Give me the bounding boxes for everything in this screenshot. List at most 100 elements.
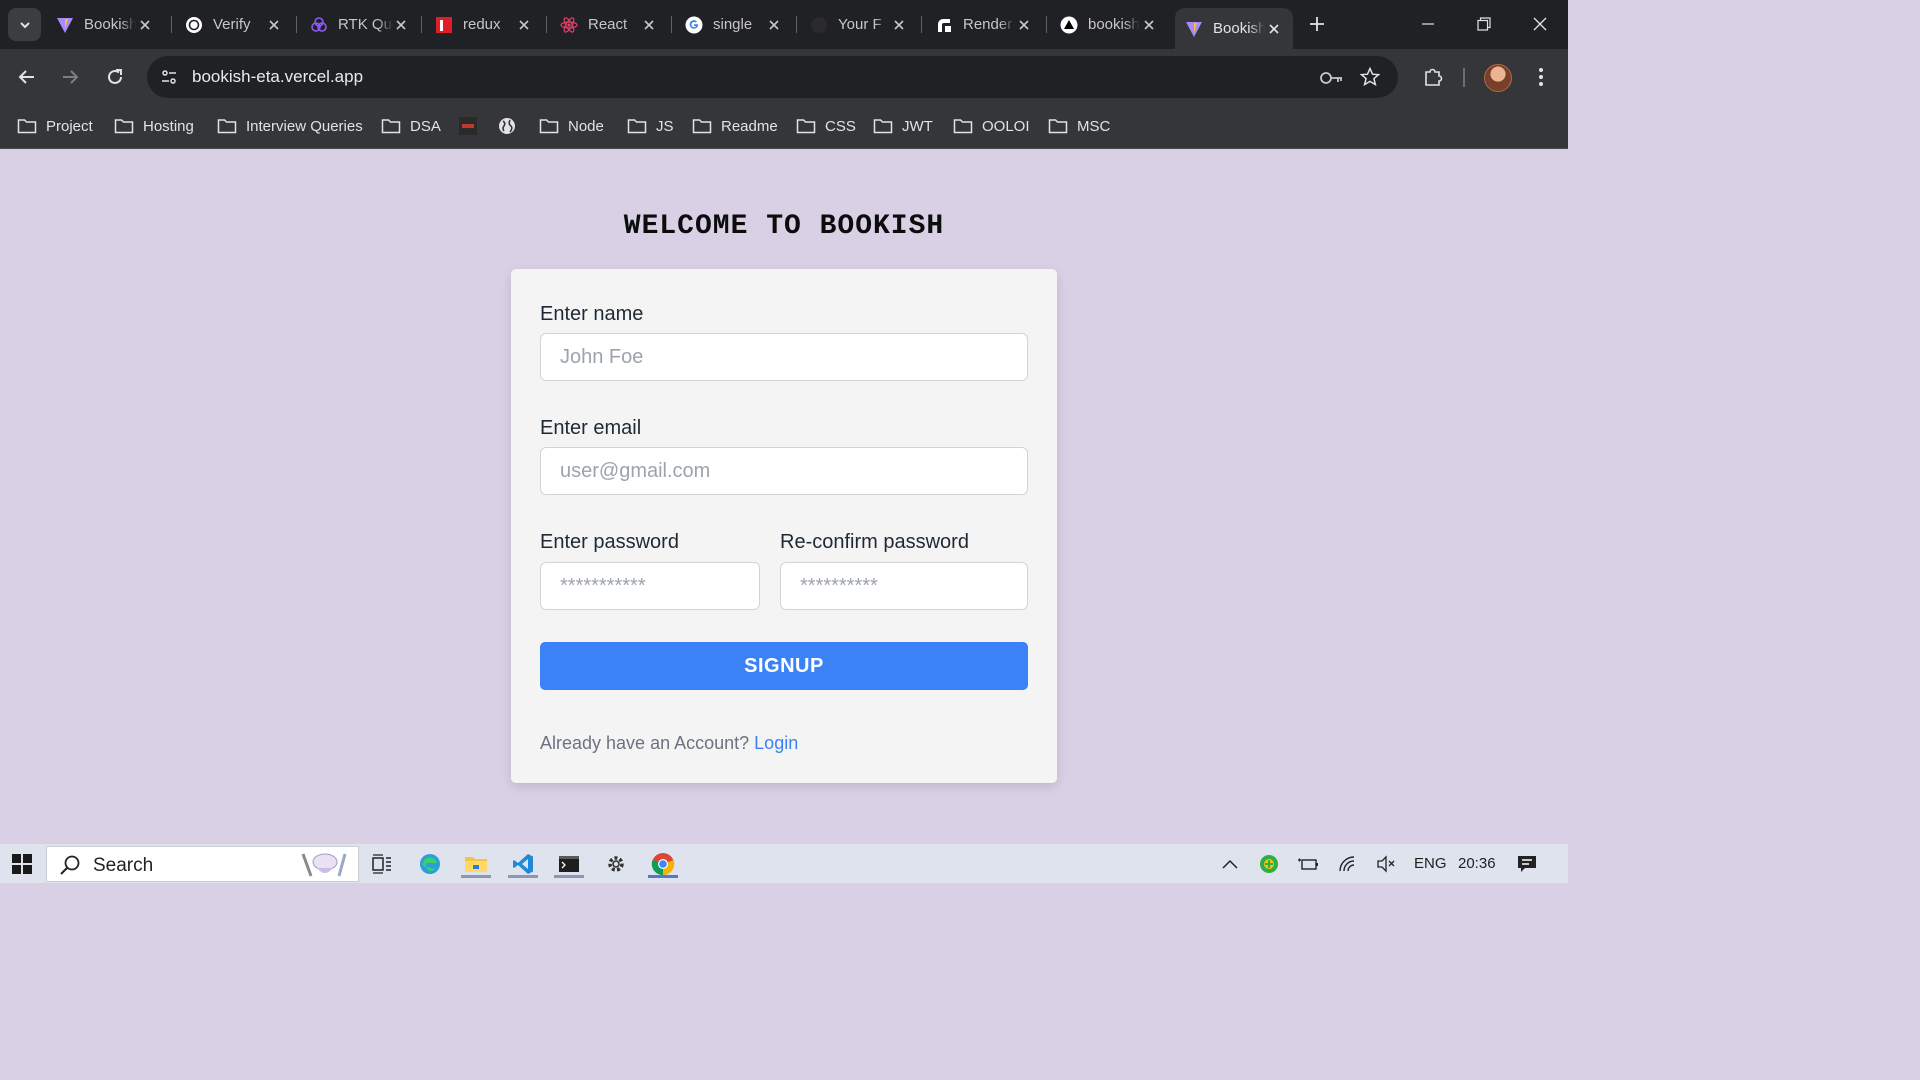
bookmark-star-icon[interactable] <box>1358 65 1382 89</box>
edge-app[interactable] <box>416 850 444 878</box>
show-hidden-icons-button[interactable] <box>1216 850 1244 878</box>
confirm-password-input[interactable] <box>780 562 1028 610</box>
name-label: Enter name <box>540 303 644 325</box>
bookmark-folder[interactable]: JS <box>627 113 674 139</box>
profile-avatar[interactable] <box>1484 64 1512 92</box>
active-app-indicator <box>648 875 678 878</box>
notification-icon <box>1518 856 1536 872</box>
bookmark-folder[interactable]: MSC <box>1048 113 1110 139</box>
tab-search-button[interactable] <box>8 8 41 41</box>
tab-rtk-query[interactable]: RTK Query <box>300 8 418 41</box>
wifi-icon <box>1339 856 1355 872</box>
login-link[interactable]: Login <box>754 733 798 753</box>
new-tab-button[interactable] <box>1305 12 1329 36</box>
email-label: Enter email <box>540 417 642 439</box>
bookmark-label: Node <box>568 117 604 135</box>
notifications-button[interactable] <box>1513 850 1541 878</box>
tab-title: RTK Query <box>338 16 394 33</box>
back-button[interactable] <box>13 63 41 91</box>
active-app-indicator <box>508 875 538 878</box>
bookmark-folder[interactable]: Node <box>539 113 604 139</box>
tab-vercel[interactable]: bookish <box>1050 8 1168 41</box>
tab-divider <box>921 16 922 33</box>
minimize-button[interactable] <box>1416 12 1440 36</box>
bookmark-folder[interactable]: Project <box>17 113 93 139</box>
close-icon[interactable] <box>1265 20 1283 38</box>
task-view-button[interactable] <box>368 850 396 878</box>
taskbar-search-box[interactable]: Search <box>46 846 359 882</box>
tab-react[interactable]: React <box>550 8 668 41</box>
bookmark-folder[interactable]: CSS <box>796 113 856 139</box>
bookmark-folder[interactable]: Hosting <box>114 113 194 139</box>
reload-icon <box>108 69 122 84</box>
password-key-icon[interactable] <box>1320 66 1344 90</box>
restore-button[interactable] <box>1472 12 1496 36</box>
language-indicator[interactable]: ENG <box>1414 855 1447 872</box>
tray-app-button[interactable] <box>1255 850 1283 878</box>
url-text[interactable]: bookish-eta.vercel.app <box>192 67 363 87</box>
terminal-app[interactable] <box>554 850 584 878</box>
vscode-app[interactable] <box>508 850 538 878</box>
windows-taskbar: Search ENG 20:36 <box>0 843 1568 883</box>
bookmark-folder[interactable]: Readme <box>692 113 778 139</box>
site-info-icon[interactable] <box>157 65 181 89</box>
close-icon[interactable] <box>515 16 533 34</box>
redux-red-icon <box>435 16 453 34</box>
clock-time[interactable]: 20:36 <box>1458 855 1496 872</box>
file-explorer-app[interactable] <box>461 850 491 878</box>
bookmark-label: Interview Queries <box>246 117 363 135</box>
extensions-button[interactable] <box>1419 63 1447 91</box>
chrome-icon <box>651 853 675 876</box>
bookmark-folder[interactable]: Interview Queries <box>217 113 363 139</box>
vercel-icon <box>1060 16 1078 34</box>
browser-menu-button[interactable] <box>1530 63 1552 91</box>
close-icon <box>1533 17 1547 31</box>
close-icon[interactable] <box>890 16 908 34</box>
rtk-icon <box>310 16 328 34</box>
bookmark-site[interactable] <box>459 113 477 139</box>
bookmark-folder[interactable]: JWT <box>873 113 933 139</box>
tab-bookish-1[interactable]: Bookish <box>46 8 164 41</box>
chevron-down-icon <box>19 21 30 28</box>
chrome-app[interactable] <box>648 850 678 878</box>
start-button[interactable] <box>8 850 36 878</box>
email-input[interactable] <box>540 447 1028 495</box>
password-label: Enter password <box>540 531 679 553</box>
close-icon[interactable] <box>765 16 783 34</box>
close-icon[interactable] <box>1140 16 1158 34</box>
tab-render[interactable]: Render <box>925 8 1043 41</box>
close-icon[interactable] <box>265 16 283 34</box>
signup-button[interactable]: SIGNUP <box>540 642 1028 690</box>
bookmark-folder[interactable]: OOLOI <box>953 113 1030 139</box>
bookmark-folder[interactable]: DSA <box>381 113 441 139</box>
puzzle-icon <box>1425 68 1443 86</box>
openai-icon <box>185 16 203 34</box>
forward-button[interactable] <box>56 63 84 91</box>
address-bar[interactable]: bookish-eta.vercel.app <box>147 56 1398 98</box>
tab-github[interactable]: Your F <box>800 8 918 41</box>
password-input[interactable] <box>540 562 760 610</box>
bookmark-label: CSS <box>825 117 856 135</box>
tab-verify[interactable]: Verify <box>175 8 293 41</box>
close-window-button[interactable] <box>1528 12 1552 36</box>
folder-icon <box>17 118 37 134</box>
network-button[interactable] <box>1334 850 1362 878</box>
tab-redux[interactable]: redux <box>425 8 543 41</box>
tab-title: bookish <box>1088 16 1140 33</box>
tab-google[interactable]: single <box>675 8 793 41</box>
signup-card: Enter name Enter email Enter password Re… <box>511 269 1057 783</box>
tab-bookish-active[interactable]: Bookish <box>1175 8 1293 49</box>
settings-app[interactable] <box>602 850 630 878</box>
folder-icon <box>873 118 893 134</box>
folder-icon <box>217 118 237 134</box>
close-icon[interactable] <box>136 16 154 34</box>
bookmark-site[interactable] <box>498 113 516 139</box>
name-input[interactable] <box>540 333 1028 381</box>
close-icon[interactable] <box>1015 16 1033 34</box>
close-icon[interactable] <box>640 16 658 34</box>
battery-button[interactable] <box>1294 850 1322 878</box>
browser-tab-strip: Bookish Verify RTK Query redux React sin… <box>0 0 1568 49</box>
close-icon[interactable] <box>394 16 408 34</box>
volume-button[interactable] <box>1372 850 1400 878</box>
reload-button[interactable] <box>101 63 129 91</box>
